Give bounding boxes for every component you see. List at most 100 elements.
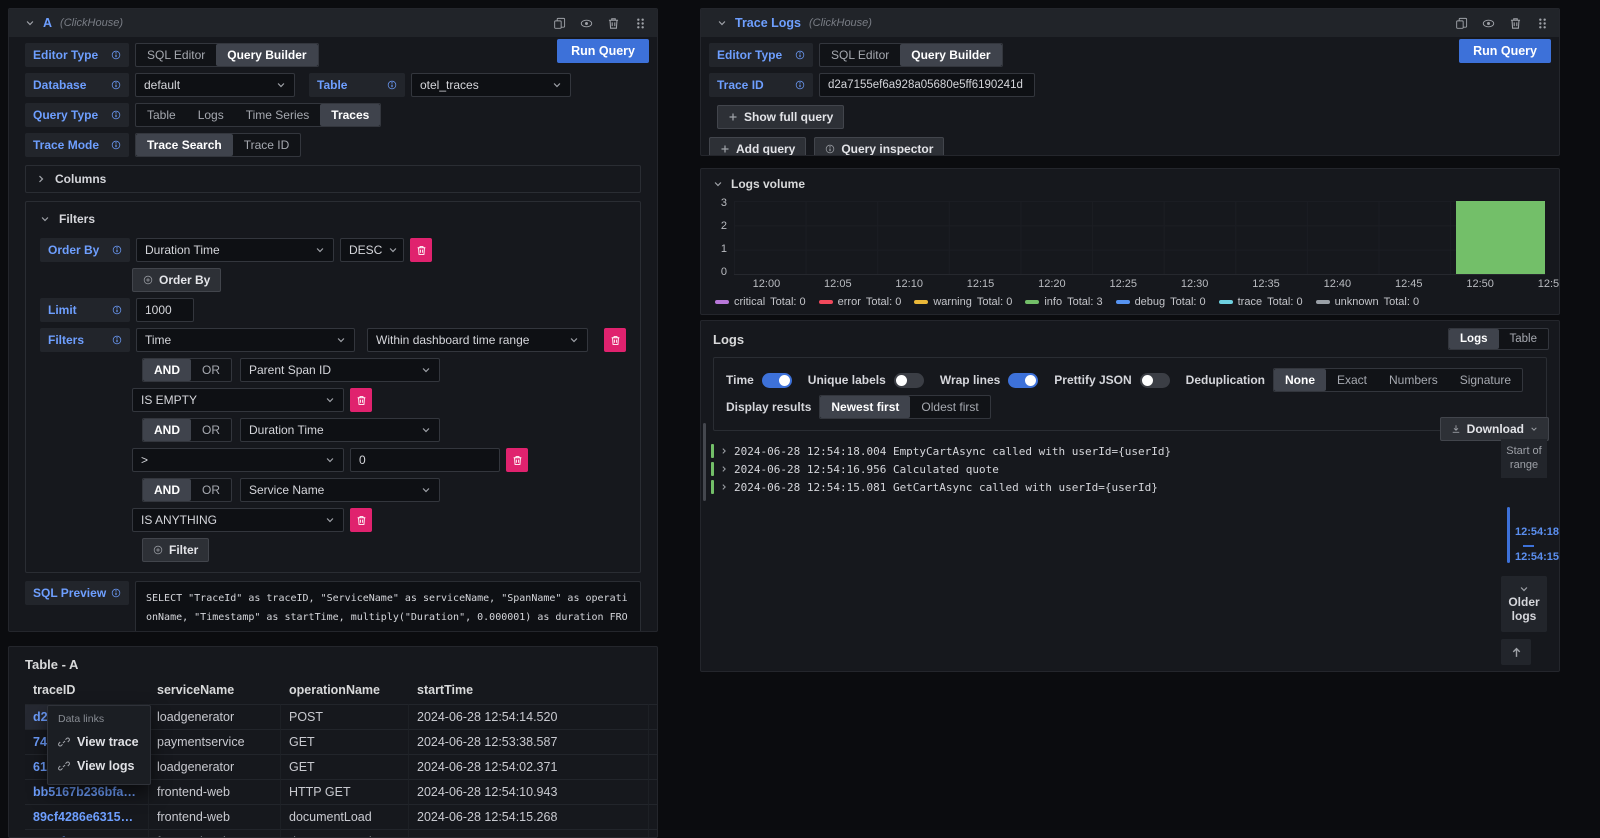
option-trace-id[interactable]: Trace ID — [233, 134, 301, 156]
remove-order-by-button[interactable] — [410, 238, 432, 262]
dedup-signature-option[interactable]: Signature — [1449, 369, 1522, 391]
collapse-chevron-icon[interactable] — [717, 18, 727, 28]
query-inspector-button[interactable]: Query inspector — [814, 137, 944, 156]
info-icon[interactable] — [111, 80, 121, 90]
wrap-lines-toggle[interactable] — [1008, 373, 1038, 388]
legend-name[interactable]: critical — [734, 296, 765, 308]
prettify-json-toggle[interactable] — [1140, 373, 1170, 388]
order-by-direction-select[interactable]: DESC — [340, 238, 404, 262]
and-option[interactable]: AND — [143, 419, 191, 441]
or-option[interactable]: OR — [191, 359, 231, 381]
legend-name[interactable]: info — [1044, 296, 1062, 308]
show-full-query-button[interactable]: Show full query — [717, 105, 844, 129]
condition-2-value-input[interactable]: 0 — [350, 448, 500, 472]
condition-2-operator-select[interactable]: > — [132, 448, 344, 472]
info-icon[interactable] — [111, 50, 121, 60]
and-option[interactable]: AND — [143, 479, 191, 501]
option-logs[interactable]: Logs — [187, 104, 235, 126]
view-trace-link[interactable]: View trace — [48, 730, 150, 754]
remove-condition-3-button[interactable] — [350, 508, 372, 532]
download-button[interactable]: Download — [1440, 417, 1549, 441]
limit-input[interactable]: 1000 — [136, 298, 194, 322]
dedup-numbers-option[interactable]: Numbers — [1378, 369, 1449, 391]
hide-response-icon[interactable] — [580, 17, 593, 30]
legend-name[interactable]: unknown — [1335, 296, 1379, 308]
run-query-button[interactable]: Run Query — [557, 39, 649, 63]
columns-section-toggle[interactable]: Columns — [25, 165, 641, 193]
option-time-series[interactable]: Time Series — [235, 104, 321, 126]
dedup-none-option[interactable]: None — [1274, 369, 1326, 391]
info-icon[interactable] — [112, 245, 122, 255]
expand-chevron-icon[interactable] — [720, 465, 728, 473]
or-option[interactable]: OR — [191, 479, 231, 501]
option-trace-search[interactable]: Trace Search — [136, 134, 233, 156]
hide-response-icon[interactable] — [1482, 17, 1495, 30]
info-volume-bar[interactable] — [1456, 201, 1545, 274]
logs-scrollbar[interactable] — [703, 423, 706, 501]
and-option[interactable]: AND — [143, 359, 191, 381]
duplicate-query-icon[interactable] — [1455, 17, 1468, 30]
scroll-to-top-button[interactable] — [1501, 639, 1531, 665]
legend-name[interactable]: trace — [1238, 296, 1262, 308]
option-sql-editor[interactable]: SQL Editor — [136, 44, 216, 66]
column-header-traceid[interactable]: traceID — [25, 678, 149, 704]
option-query-builder[interactable]: Query Builder — [216, 44, 317, 66]
info-icon[interactable] — [112, 305, 122, 315]
remove-condition-1-button[interactable] — [350, 388, 372, 412]
condition-3-operator-select[interactable]: IS ANYTHING — [132, 508, 344, 532]
collapse-chevron-icon[interactable] — [25, 18, 35, 28]
info-icon[interactable] — [111, 588, 121, 598]
range-start-time[interactable]: 12:54:18 — [1515, 526, 1559, 538]
table-select[interactable]: otel_traces — [411, 73, 571, 97]
dedup-exact-option[interactable]: Exact — [1326, 369, 1378, 391]
remove-time-filter-button[interactable] — [604, 328, 626, 352]
log-row[interactable]: 2024-06-28 12:54:18.004 EmptyCartAsync c… — [711, 442, 1449, 460]
query-header-a[interactable]: A (ClickHouse) — [9, 9, 657, 37]
plot-area[interactable] — [734, 201, 1545, 275]
column-header-operationname[interactable]: operationName — [281, 678, 409, 704]
trace-id-input[interactable]: d2a7155ef6a928a05680e5ff6190241d — [819, 73, 1035, 97]
info-icon[interactable] — [387, 80, 397, 90]
info-icon[interactable] — [111, 110, 121, 120]
legend-name[interactable]: error — [838, 296, 861, 308]
info-icon[interactable] — [795, 80, 805, 90]
option-query-builder[interactable]: Query Builder — [900, 44, 1001, 66]
newest-first-option[interactable]: Newest first — [820, 396, 910, 418]
view-logs-link[interactable]: View logs — [48, 754, 150, 778]
condition-1-field-select[interactable]: Parent Span ID — [240, 358, 440, 382]
expand-chevron-icon[interactable] — [720, 447, 728, 455]
condition-2-field-select[interactable]: Duration Time — [240, 418, 440, 442]
range-end-time[interactable]: 12:54:15 — [1515, 551, 1559, 563]
time-filter-field-select[interactable]: Time — [136, 328, 355, 352]
option-table[interactable]: Table — [136, 104, 187, 126]
logs-volume-toggle[interactable]: Logs volume — [701, 169, 1559, 199]
order-by-field-select[interactable]: Duration Time — [136, 238, 334, 262]
query-title[interactable]: A — [43, 16, 52, 30]
info-icon[interactable] — [112, 335, 122, 345]
view-logs-option[interactable]: Logs — [1449, 329, 1498, 349]
add-filter-button[interactable]: Filter — [142, 538, 209, 562]
column-header-starttime[interactable]: startTime — [409, 678, 649, 704]
condition-3-field-select[interactable]: Service Name — [240, 478, 440, 502]
unique-labels-toggle[interactable] — [894, 373, 924, 388]
condition-1-operator-select[interactable]: IS EMPTY — [132, 388, 344, 412]
duplicate-query-icon[interactable] — [553, 17, 566, 30]
log-row[interactable]: 2024-06-28 12:54:15.081 GetCartAsync cal… — [711, 478, 1449, 496]
trace-id-link[interactable]: 89cf4286e631591b4... — [25, 804, 149, 829]
column-header-duration[interactable]: duration — [649, 678, 658, 704]
run-query-button[interactable]: Run Query — [1459, 39, 1551, 63]
option-traces[interactable]: Traces — [320, 104, 380, 126]
add-query-button[interactable]: Add query — [709, 137, 806, 156]
or-option[interactable]: OR — [191, 419, 231, 441]
log-row[interactable]: 2024-06-28 12:54:16.956 Calculated quote — [711, 460, 1449, 478]
column-header-servicename[interactable]: serviceName — [149, 678, 281, 704]
database-select[interactable]: default — [135, 73, 295, 97]
info-icon[interactable] — [111, 140, 121, 150]
legend-name[interactable]: debug — [1135, 296, 1166, 308]
expand-chevron-icon[interactable] — [720, 483, 728, 491]
trace-id-link[interactable]: 9e7af84341036... — [25, 829, 149, 838]
legend-name[interactable]: warning — [933, 296, 972, 308]
filters-section-toggle[interactable]: Filters — [40, 212, 626, 226]
log-timeline-bar[interactable] — [1507, 507, 1510, 563]
drag-handle-icon[interactable] — [1536, 17, 1549, 30]
